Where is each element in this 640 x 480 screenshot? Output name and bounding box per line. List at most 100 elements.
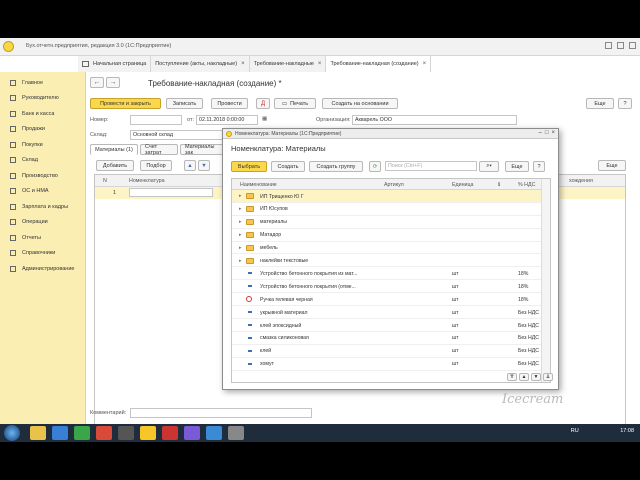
last-page-button[interactable]: ⇊ <box>543 373 553 381</box>
create-based-on-button[interactable]: Создать на основании <box>322 98 398 109</box>
factory-icon <box>10 172 16 179</box>
sidebar-item-catalogs[interactable]: Справочники <box>0 246 85 262</box>
taskbar-1c-icon[interactable] <box>140 426 156 440</box>
minimize-icon[interactable] <box>605 42 612 49</box>
close-icon[interactable] <box>629 42 636 49</box>
tab-cost-account[interactable]: Счет затрат <box>140 144 178 156</box>
maximize-icon[interactable]: □ <box>545 130 549 136</box>
close-icon[interactable]: × <box>318 61 322 67</box>
movements-button[interactable]: Д <box>256 98 270 109</box>
sidebar-item-sales[interactable]: Продажи <box>0 122 85 138</box>
nomenclature-list: Наименование Артикул Единица ℹ % НДС ▸ ИП… <box>231 178 551 383</box>
number-field[interactable] <box>130 115 182 125</box>
taskbar-app-icon[interactable] <box>228 426 244 440</box>
maximize-icon[interactable] <box>617 42 624 49</box>
menu-icon <box>10 79 16 86</box>
tab-requisitions[interactable]: Требование-накладные × <box>249 56 327 72</box>
folder-row[interactable]: ▸ мебель <box>232 242 542 255</box>
expand-icon[interactable]: ▸ <box>239 258 242 264</box>
sidebar-item-production[interactable]: Производство <box>0 168 85 184</box>
save-button[interactable]: Записать <box>166 98 203 109</box>
expand-icon[interactable]: ▸ <box>239 193 242 199</box>
sidebar-item-payroll[interactable]: Зарплата и кадры <box>0 199 85 215</box>
folder-row[interactable]: ▸ Матадор <box>232 229 542 242</box>
move-up-button[interactable]: ▲ <box>184 160 196 171</box>
taskbar-app-icon[interactable] <box>96 426 112 440</box>
sidebar-item-assets[interactable]: ОС и НМА <box>0 184 85 200</box>
folder-row[interactable]: ▸ ИП Трищенко Ю Г <box>232 190 542 203</box>
add-button[interactable]: Добавить <box>96 160 134 171</box>
more-button[interactable]: Еще <box>586 98 614 109</box>
minimize-icon[interactable]: – <box>539 130 542 136</box>
help-button[interactable]: ? <box>618 98 632 109</box>
taskbar-explorer-icon[interactable] <box>30 426 46 440</box>
search-input[interactable]: Поиск (Ctrl+F) <box>385 161 477 171</box>
calendar-icon[interactable]: ▦ <box>262 116 267 122</box>
close-icon[interactable]: × <box>423 61 427 67</box>
warehouse-field[interactable]: Основной склад <box>130 130 226 140</box>
tab-receipts[interactable]: Поступление (акты, накладные) × <box>151 56 250 72</box>
move-down-button[interactable]: ▼ <box>198 160 210 171</box>
list-item[interactable]: смазка силиконовая шт Без НДС <box>232 332 542 345</box>
taskbar-app-icon[interactable] <box>118 426 134 440</box>
expand-icon[interactable]: ▸ <box>239 219 242 225</box>
taskbar-app-icon[interactable] <box>74 426 90 440</box>
post-button[interactable]: Провести <box>211 98 248 109</box>
sidebar-item-operations[interactable]: Операции <box>0 215 85 231</box>
close-icon[interactable]: × <box>551 130 555 136</box>
folder-row[interactable]: ▸ наклейки текстовые <box>232 255 542 268</box>
taskbar-browser-icon[interactable] <box>52 426 68 440</box>
next-page-button[interactable]: ▼ <box>531 373 541 381</box>
sidebar-item-bank[interactable]: Банк и касса <box>0 106 85 122</box>
expand-icon[interactable]: ▸ <box>239 245 242 251</box>
tab-home[interactable]: Начальная страница <box>78 56 152 72</box>
list-item[interactable]: Устройство бетонного покрытия из мат... ш… <box>232 267 542 281</box>
create-group-button[interactable]: Создать группу <box>309 161 363 172</box>
clock[interactable]: 17:08 <box>620 428 634 434</box>
organization-field[interactable]: Акварель ООО <box>352 115 517 125</box>
list-item[interactable]: клей шт Без НДС <box>232 345 542 358</box>
dialog-help-button[interactable]: ? <box>533 161 545 172</box>
comment-field[interactable] <box>130 408 312 418</box>
refresh-button[interactable]: ⟳ <box>369 161 381 172</box>
list-item[interactable]: Ручка гелевая черная шт 18% <box>232 293 542 307</box>
back-button[interactable]: ← <box>90 77 104 88</box>
taskbar-app-icon[interactable] <box>206 426 222 440</box>
close-icon[interactable]: × <box>241 61 245 67</box>
print-button[interactable]: ▭ Печать <box>274 98 316 109</box>
tab-materials[interactable]: Материалы (1) <box>90 144 138 155</box>
list-item[interactable]: Устройство бетонного покрытия (отме... шт… <box>232 280 542 294</box>
dialog-more-button[interactable]: Еще <box>505 161 529 172</box>
sidebar-item-management[interactable]: Руководителю <box>0 91 85 107</box>
folder-row[interactable]: ▸ материалы <box>232 216 542 229</box>
post-and-close-button[interactable]: Провести и закрыть <box>90 98 161 109</box>
sidebar-item-warehouse[interactable]: Склад <box>0 153 85 169</box>
folder-row[interactable]: ▸ ИП Юсупов <box>232 203 542 216</box>
language-indicator[interactable]: RU <box>571 428 579 434</box>
first-page-button[interactable]: ⇈ <box>507 373 517 381</box>
list-item[interactable]: клей эпоксидный шт Без НДС <box>232 319 542 332</box>
list-item[interactable]: укрывной материал шт Без НДС <box>232 306 542 319</box>
table-more-button[interactable]: Еще <box>598 160 626 171</box>
expand-icon[interactable]: ▸ <box>239 206 242 212</box>
sidebar-item-purchases[interactable]: Покупки <box>0 137 85 153</box>
sidebar-item-main[interactable]: Главное <box>0 75 85 91</box>
sidebar-item-admin[interactable]: Администрирование <box>0 261 85 277</box>
pick-button[interactable]: Подбор <box>140 160 172 171</box>
start-button[interactable] <box>4 425 20 441</box>
forward-button[interactable]: → <box>106 77 120 88</box>
taskbar-app-icon[interactable] <box>162 426 178 440</box>
item-input[interactable] <box>129 188 213 197</box>
select-button[interactable]: Выбрать <box>231 161 267 172</box>
prev-page-button[interactable]: ▲ <box>519 373 529 381</box>
tab-customer-materials[interactable]: Материалы зак <box>180 144 228 156</box>
expand-icon[interactable]: ▸ <box>239 232 242 238</box>
sidebar-item-reports[interactable]: Отчеты <box>0 230 85 246</box>
date-field[interactable]: 02.11.2018 0:00:00 <box>196 115 258 125</box>
list-scrollbar[interactable] <box>541 179 550 382</box>
tab-requisition-new[interactable]: Требование-накладная (создание) × <box>326 56 432 72</box>
list-item[interactable]: хомут шт Без НДС <box>232 358 542 371</box>
taskbar-app-icon[interactable] <box>184 426 200 440</box>
create-button[interactable]: Создать <box>271 161 305 172</box>
search-button[interactable]: ⌕▾ <box>479 161 499 172</box>
